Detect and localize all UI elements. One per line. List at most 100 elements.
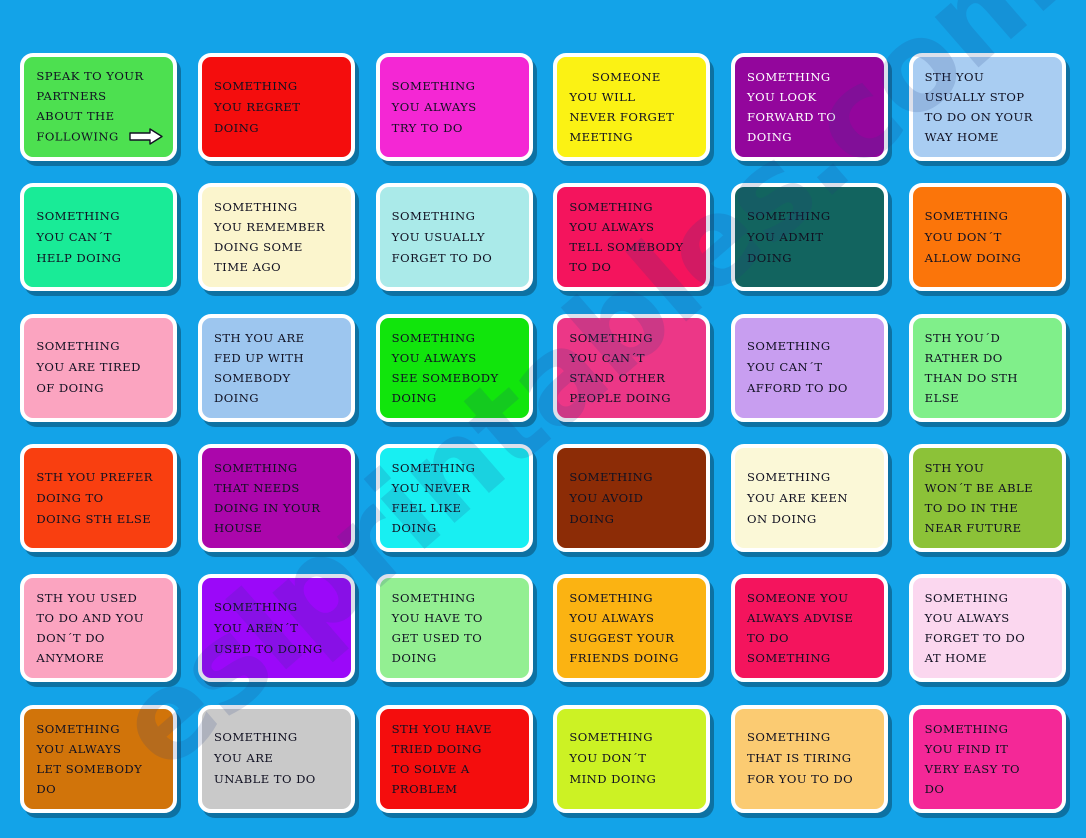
- card-text-line: SOMETHING: [213, 461, 298, 476]
- card-slot: SPEAK TO YOUR PARTNERS ABOUT THE FOLLOWING: [16, 46, 182, 168]
- card-text-line: NEAR FUTURE: [924, 521, 1022, 536]
- card-text-line: DOING: [213, 390, 260, 405]
- card-15[interactable]: SOMETHING YOU ALWAYS SEE SOMEBODY DOING: [375, 313, 533, 422]
- card-text-line: YOU LOOK: [746, 90, 817, 105]
- card-slot: SOMETHING YOU ARE UNABLE TO DO: [194, 698, 360, 820]
- card-36[interactable]: SOMETHING YOU FIND IT VERY EASY TO DO: [908, 704, 1066, 813]
- card-text-line: SOMETHING: [924, 721, 1009, 736]
- card-slot: STH YOU USED TO DO AND YOU DON´T DO ANYMORE: [16, 567, 182, 689]
- card-text-line: SUGGEST YOUR: [569, 631, 675, 646]
- card-33[interactable]: STH YOU HAVE TRIED DOING TO SOLVE A PROBLEM: [375, 704, 533, 813]
- card-text-line: SOMETHING: [36, 721, 120, 736]
- right-arrow-icon: [129, 127, 163, 151]
- card-28[interactable]: SOMETHING YOU ALWAYS SUGGEST YOUR FRIENDS D…: [553, 574, 711, 683]
- card-text-line: YOU CAN´T: [36, 229, 112, 244]
- card-text-line: YOU ADMIT: [746, 229, 824, 244]
- card-30[interactable]: SOMETHING YOU ALWAYS FORGET TO DO AT HOME: [908, 574, 1066, 683]
- card-text-line: SOMETHING: [391, 591, 476, 606]
- card-9[interactable]: SOMETHING YOU USUALLY FORGET TO DO: [375, 183, 533, 292]
- card-slot: SOMETHING YOU AREN´T USED TO DOING: [194, 567, 360, 689]
- card-4[interactable]: SOMEONE YOU WILL NEVER FORGET MEETING: [553, 53, 711, 162]
- card-24[interactable]: STH YOU WON´T BE ABLE TO DO IN THE NEAR FUT…: [908, 444, 1066, 553]
- card-10[interactable]: SOMETHING YOU ALWAYS TELL SOMEBODY TO DO: [553, 183, 711, 292]
- card-text-line: FORGET TO DO: [924, 631, 1026, 646]
- card-slot: SOMETHING THAT NEEDS DOING IN YOUR HOUSE: [194, 437, 360, 559]
- card-27[interactable]: SOMETHING YOU HAVE TO GET USED TO DOING: [375, 574, 533, 683]
- card-20[interactable]: SOMETHING THAT NEEDS DOING IN YOUR HOUSE: [197, 444, 355, 553]
- card-18[interactable]: STH YOU´D RATHER DO THAN DO STH ELSE: [908, 313, 1066, 422]
- card-slot: SOMETHING YOU LOOK FORWARD TO DOING: [727, 46, 893, 168]
- card-19[interactable]: STH YOU PREFER DOING TO DOING STH ELSE: [20, 444, 178, 553]
- card-16[interactable]: SOMETHING YOU CAN´T STAND OTHER PEOPLE DOIN…: [553, 313, 711, 422]
- card-text-line: SOMETHING: [391, 78, 476, 93]
- card-text-line: FOLLOWING: [36, 126, 164, 149]
- card-text-line: DOING: [213, 120, 260, 135]
- card-26[interactable]: SOMETHING YOU AREN´T USED TO DOING: [197, 574, 355, 683]
- card-text-line: PEOPLE DOING: [569, 390, 671, 405]
- card-text-line: SOMETHING: [746, 208, 831, 223]
- card-text-line: SOMEBODY: [213, 370, 291, 385]
- card-text-line: STH YOU: [924, 461, 985, 476]
- card-slot: STH YOU PREFER DOING TO DOING STH ELSE: [16, 437, 182, 559]
- card-slot: SOMETHING YOU CAN´T AFFORD TO DO: [727, 307, 893, 429]
- card-12[interactable]: SOMETHING YOU DON´T ALLOW DOING: [908, 183, 1066, 292]
- card-2[interactable]: SOMETHING YOU REGRET DOING: [197, 53, 355, 162]
- card-29[interactable]: SOMEONE YOU ALWAYS ADVISE TO DO SOMETHING: [730, 574, 888, 683]
- card-text-line: FORGET TO DO: [391, 250, 493, 265]
- card-text-line: TO DO IN THE: [924, 501, 1019, 516]
- card-14[interactable]: STH YOU ARE FED UP WITH SOMEBODY DOING: [197, 313, 355, 422]
- card-text-line: STH YOU PREFER: [36, 469, 153, 484]
- card-text-line: YOU ALWAYS: [924, 611, 1010, 626]
- card-3[interactable]: SOMETHING YOU ALWAYS TRY TO DO: [375, 53, 533, 162]
- card-slot: SOMETHING YOU ALWAYS SUGGEST YOUR FRIENDS D…: [549, 567, 715, 689]
- card-text-line: AFFORD TO DO: [746, 381, 848, 396]
- card-text-line: TO DO AND YOU: [36, 611, 145, 626]
- card-text-line: STH YOU HAVE: [391, 721, 492, 736]
- cards-board: SPEAK TO YOUR PARTNERS ABOUT THE FOLLOWING S…: [0, 0, 1086, 838]
- card-text-line: SOMETHING: [569, 469, 653, 484]
- card-text-line: STH YOU USED: [36, 591, 138, 606]
- card-5[interactable]: SOMETHING YOU LOOK FORWARD TO DOING: [730, 53, 888, 162]
- card-text-line: SOMETHING: [36, 339, 120, 354]
- card-slot: STH YOU ARE FED UP WITH SOMEBODY DOING: [194, 307, 360, 429]
- card-text-line: ON DOING: [746, 511, 817, 526]
- card-text-line: SOMETHING: [746, 469, 831, 484]
- card-13[interactable]: SOMETHING YOU ARE TIRED OF DOING: [20, 313, 178, 422]
- card-text-line: YOU WILL: [569, 90, 636, 105]
- card-25[interactable]: STH YOU USED TO DO AND YOU DON´T DO ANYMORE: [20, 574, 178, 683]
- card-text-line: ABOUT THE: [36, 108, 115, 123]
- card-34[interactable]: SOMETHING YOU DON´T MIND DOING: [553, 704, 711, 813]
- card-text-line: STH YOU ARE: [213, 330, 305, 345]
- card-text-line: DON´T DO: [36, 631, 105, 646]
- card-1[interactable]: SPEAK TO YOUR PARTNERS ABOUT THE FOLLOWING: [20, 53, 178, 162]
- card-text-line: DOING: [391, 390, 437, 405]
- card-text-line: SOMETHING: [569, 200, 653, 215]
- card-text-line: DOING TO: [36, 490, 104, 505]
- card-text-line: USED TO DOING: [213, 641, 323, 656]
- card-6[interactable]: STH YOU USUALLY STOP TO DO ON YOUR WAY HOME: [908, 53, 1066, 162]
- card-text-line: YOU ARE KEEN: [746, 490, 848, 505]
- card-text-line: SOMETHING: [391, 330, 476, 345]
- card-text-line: DOING SOME: [213, 240, 303, 255]
- card-text-line: WAY HOME: [924, 130, 999, 145]
- card-8[interactable]: SOMETHING YOU REMEMBER DOING SOME TIME AGO: [197, 183, 355, 292]
- card-32[interactable]: SOMETHING YOU ARE UNABLE TO DO: [197, 704, 355, 813]
- card-7[interactable]: SOMETHING YOU CAN´T HELP DOING: [20, 183, 178, 292]
- card-text-line: AT HOME: [924, 651, 987, 666]
- card-22[interactable]: SOMETHING YOU AVOID DOING: [553, 444, 711, 553]
- card-11[interactable]: SOMETHING YOU ADMIT DOING: [730, 183, 888, 292]
- card-text-line: YOU NEVER: [391, 481, 471, 496]
- card-31[interactable]: SOMETHING YOU ALWAYS LET SOMEBODY DO: [20, 704, 178, 813]
- card-17[interactable]: SOMETHING YOU CAN´T AFFORD TO DO: [730, 313, 888, 422]
- card-slot: SOMETHING YOU DON´T MIND DOING: [549, 698, 715, 820]
- card-slot: SOMETHING YOU NEVER FEEL LIKE DOING: [371, 437, 537, 559]
- card-35[interactable]: SOMETHING THAT IS TIRING FOR YOU TO DO: [730, 704, 888, 813]
- card-slot: SOMETHING YOU ARE KEEN ON DOING: [727, 437, 893, 559]
- card-21[interactable]: SOMETHING YOU NEVER FEEL LIKE DOING: [375, 444, 533, 553]
- card-text-line: WON´T BE ABLE: [924, 481, 1034, 496]
- card-23[interactable]: SOMETHING YOU ARE KEEN ON DOING: [730, 444, 888, 553]
- card-text-line: TRY TO DO: [391, 120, 463, 135]
- card-text-line: RATHER DO: [924, 350, 1003, 365]
- card-text-line: ELSE: [924, 390, 960, 405]
- card-text-line: FORWARD TO: [746, 110, 837, 125]
